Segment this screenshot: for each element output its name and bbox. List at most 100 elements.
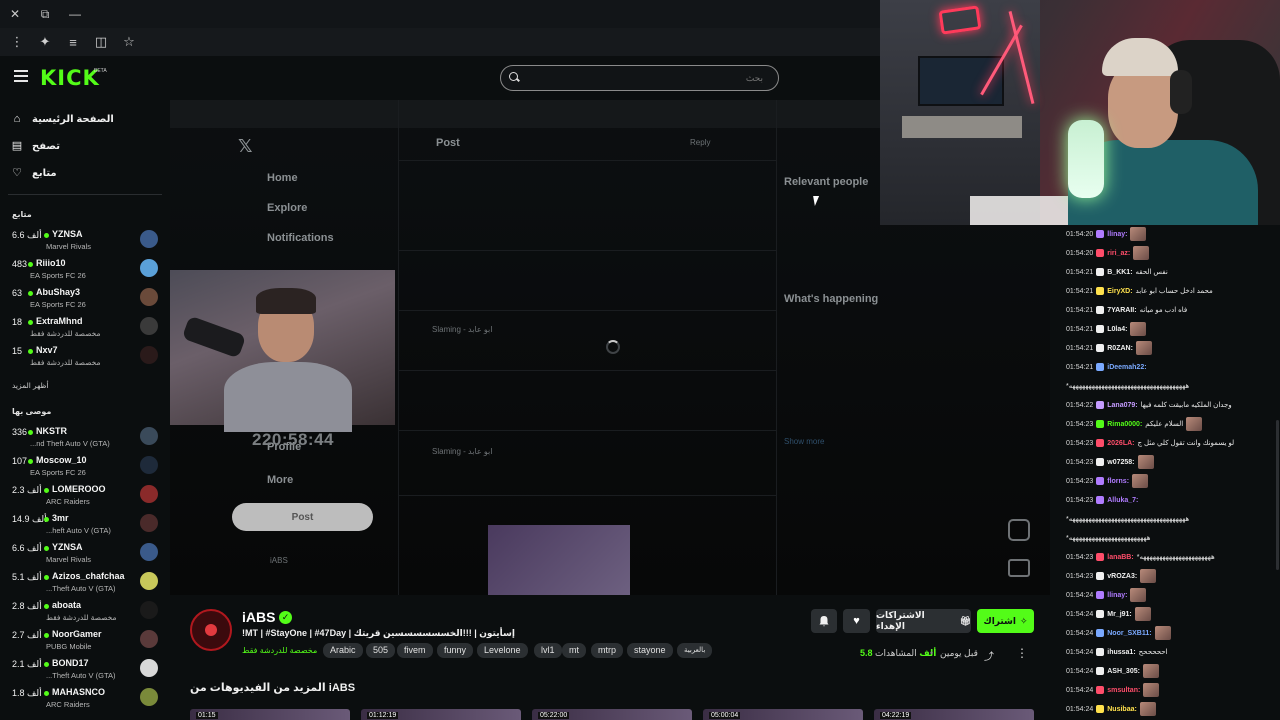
tag-3[interactable]: funny xyxy=(437,643,474,658)
video-thumbnail[interactable]: 01:15 xyxy=(190,709,350,720)
channel-avatar xyxy=(140,288,158,306)
sidebar-channel-3mr[interactable]: 14.9 ألف 3mr ...heft Auto V (GTA) xyxy=(0,512,165,538)
sidebar-channel-bond17[interactable]: 2.1 ألف BOND17 ...Theft Auto V (GTA) xyxy=(0,657,165,683)
star-icon[interactable]: ☆ xyxy=(118,31,140,53)
sidebar-channel-extramhnd[interactable]: 18 ExtraMhnd مخصصة للدردشة فقط xyxy=(0,315,165,341)
video-duration: 01:12:19 xyxy=(367,712,399,719)
sidebar-channel-yznsa[interactable]: 6.6 ألف YZNSA Marvel Rivals xyxy=(0,228,165,254)
x-whats-happening: What's happening xyxy=(784,293,879,305)
clip-icon[interactable] xyxy=(1008,519,1030,541)
chat-message: 01:54:24 smsultan: xyxy=(1066,681,1276,699)
nav-home[interactable]: ⌂ الصفحة الرئيسية xyxy=(10,109,160,129)
chat-username[interactable]: Nusibaa: xyxy=(1107,706,1137,713)
chat-text: فاه ادب مو ميانه xyxy=(1139,307,1188,314)
chat-timestamp: 01:54:24 xyxy=(1066,667,1094,675)
share-icon[interactable]: ⤴ xyxy=(984,648,994,663)
chat-username[interactable]: 2026LA: xyxy=(1107,440,1134,447)
extension-icon[interactable]: ✦ xyxy=(34,31,56,53)
tag-7[interactable]: mtrp xyxy=(591,643,623,658)
tag-6[interactable]: mt xyxy=(562,643,586,658)
video-thumbnail[interactable]: 04:22:19 xyxy=(874,709,1034,720)
video-thumbnail[interactable]: 05:00:04 xyxy=(703,709,863,720)
sidebar-channel-aboata[interactable]: 2.8 ألف aboata مخصصة للدردشة فقط xyxy=(0,599,165,625)
chat-message: 01:54:21 iDeemah22: xyxy=(1066,358,1276,376)
notification-bell-button[interactable] xyxy=(811,609,837,633)
chat-username[interactable]: L0la4: xyxy=(1107,326,1127,333)
sidebar-channel-noorgamer[interactable]: 2.7 ألف NoorGamer PUBG Mobile xyxy=(0,628,165,654)
channel-name[interactable]: iABS xyxy=(242,609,275,625)
chat-username[interactable]: Rima0000: xyxy=(1107,421,1142,428)
chat-username[interactable]: EiryXD: xyxy=(1107,288,1132,295)
sidebar-channel-azizos_chafchaa[interactable]: 5.1 ألف Azizos_chafchaa ...Theft Auto V (G… xyxy=(0,570,165,596)
kick-logo[interactable]: KICK xyxy=(40,66,100,90)
chat-username[interactable]: R0ZAN: xyxy=(1107,345,1133,352)
channel-name: AbuShay3 xyxy=(36,287,81,297)
chat-username[interactable]: florns: xyxy=(1107,478,1129,485)
sidebar-channel-abushay3[interactable]: 63 AbuShay3 EA Sports FC 26 xyxy=(0,286,165,312)
chat-toggle-icon[interactable] xyxy=(1008,559,1030,577)
tag-5[interactable]: lvl1 xyxy=(534,643,562,658)
chat-emote xyxy=(1154,626,1171,640)
chat-username[interactable]: lanaBB: xyxy=(1107,554,1133,561)
chat-message: 01:54:24 ihussa1: احححححح xyxy=(1066,643,1276,661)
live-dot-icon xyxy=(28,291,33,296)
tab-icon[interactable]: ◫ xyxy=(90,31,112,53)
sidebar-channel-nkstr[interactable]: 336 NKSTR ...nd Theft Auto V (GTA) xyxy=(0,425,165,451)
sidebar-channel-lomerooo[interactable]: 2.3 ألف LOMEROOO ARC Raiders xyxy=(0,483,165,509)
window-titlebar: ✕ ⧉ — xyxy=(0,0,880,28)
tag-0[interactable]: Arabic xyxy=(323,643,363,658)
chat-username[interactable]: 7YARAII: xyxy=(1107,307,1136,314)
sidebar-channel-moscow_10[interactable]: 107 Moscow_10 EA Sports FC 26 xyxy=(0,454,165,480)
tag-4[interactable]: Levelone xyxy=(477,643,528,658)
chat-emote xyxy=(1130,588,1147,602)
close-window-icon[interactable]: ✕ xyxy=(0,7,30,21)
chat-username[interactable]: iDeemah22: xyxy=(1107,364,1146,371)
chat-username[interactable]: B_KK1: xyxy=(1107,269,1132,276)
chat-scrollbar[interactable] xyxy=(1276,420,1279,570)
user-badge-icon xyxy=(1096,705,1105,713)
playlist-icon[interactable]: ≡ xyxy=(62,31,84,53)
hamburger-menu-icon[interactable] xyxy=(14,70,28,82)
stream-category[interactable]: مخصصة للدردشة فقط xyxy=(242,646,317,655)
restore-window-icon[interactable]: ⧉ xyxy=(30,7,60,22)
video-thumbnail[interactable]: 01:12:19 xyxy=(361,709,521,720)
sparkle-icon: ✧ xyxy=(1020,615,1028,626)
subscribe-button[interactable]: اشتراك ✧ xyxy=(977,609,1034,633)
chat-username[interactable]: Mr_j91: xyxy=(1107,611,1132,618)
chat-username[interactable]: Alluka_7: xyxy=(1107,497,1138,504)
chat-username[interactable]: llinay: xyxy=(1107,231,1127,238)
chat-username[interactable]: smsultan: xyxy=(1107,687,1140,694)
menu-dots-icon[interactable]: ⋮ xyxy=(6,31,28,53)
channel-avatar[interactable] xyxy=(190,609,232,651)
sidebar-channel-riiio10[interactable]: 483 Riiio10 EA Sports FC 26 xyxy=(0,257,165,283)
video-thumbnail[interactable]: 05:22:00 xyxy=(532,709,692,720)
gift-subs-button[interactable]: الاشتراكات الإهداء 🎁︎ xyxy=(876,609,971,633)
chat-username[interactable]: ihussa1: xyxy=(1107,649,1135,656)
tag-8[interactable]: stayone xyxy=(627,643,673,658)
viewer-count: 2.3 ألف xyxy=(12,485,42,495)
chat-username[interactable]: llinay: xyxy=(1107,592,1127,599)
channel-avatar xyxy=(140,317,158,335)
minimize-window-icon[interactable]: — xyxy=(60,7,90,21)
sidebar-channel-yznsa[interactable]: 6.6 ألف YZNSA Marvel Rivals xyxy=(0,541,165,567)
chat-timestamp: 01:54:21 xyxy=(1066,306,1094,314)
chat-username[interactable]: Noor_SXB11: xyxy=(1107,630,1151,637)
search-bar[interactable] xyxy=(500,65,779,91)
chat-username[interactable]: vROZA3: xyxy=(1107,573,1137,580)
chat-username[interactable]: riri_az: xyxy=(1107,250,1130,257)
nav-browse[interactable]: ▤ تصفح xyxy=(10,136,160,156)
tag-2[interactable]: fivem xyxy=(397,643,433,658)
chat-username[interactable]: ASH_305: xyxy=(1107,668,1140,675)
search-input[interactable] xyxy=(523,70,763,86)
channel-name: MAHASNCO xyxy=(52,687,105,697)
more-options-icon[interactable]: ⋮ xyxy=(1016,646,1028,660)
sidebar-channel-mahasnco[interactable]: 1.8 ألف MAHASNCO ARC Raiders xyxy=(0,686,165,712)
tag-1[interactable]: 505 xyxy=(366,643,396,658)
show-more-link[interactable]: أظهر المزيد xyxy=(12,381,49,390)
tag-9[interactable]: بالعربية xyxy=(677,643,713,658)
chat-username[interactable]: Lana079: xyxy=(1107,402,1137,409)
follow-heart-button[interactable]: ♥ xyxy=(843,609,870,633)
nav-following[interactable]: ♡ متابع xyxy=(10,163,160,183)
sidebar-channel-nxv7[interactable]: 15 Nxv7 مخصصة للدردشة فقط xyxy=(0,344,165,370)
chat-username[interactable]: w07258: xyxy=(1107,459,1134,466)
